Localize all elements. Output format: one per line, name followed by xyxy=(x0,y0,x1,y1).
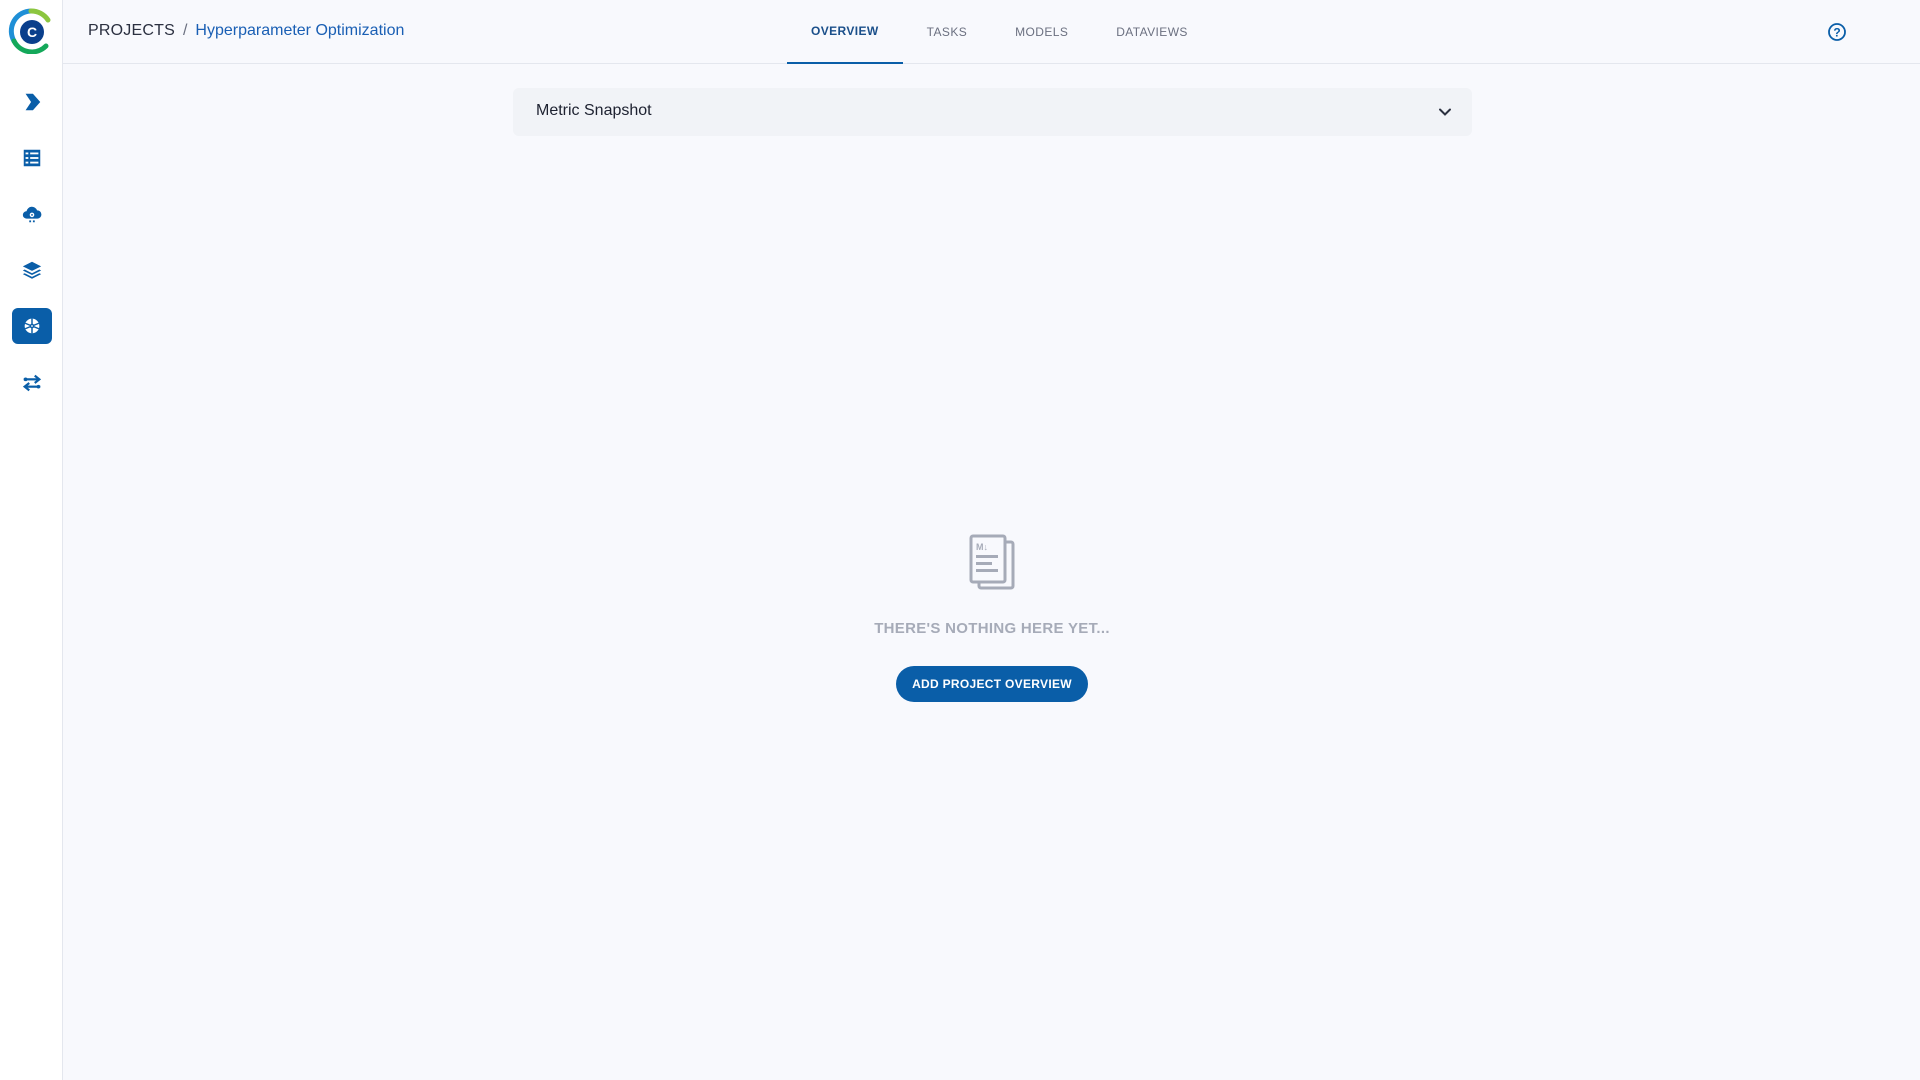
metric-snapshot-title: Metric Snapshot xyxy=(536,102,652,119)
top-header: PROJECTS / Hyperparameter Optimization O… xyxy=(63,0,1920,64)
svg-text:?: ? xyxy=(1833,26,1840,40)
chevron-down-icon[interactable] xyxy=(1436,103,1454,121)
cloud-gear-icon xyxy=(22,206,42,223)
datasets-grid-icon xyxy=(23,149,41,167)
clearml-logo-icon[interactable]: C xyxy=(8,8,54,55)
empty-state-message: THERE'S NOTHING HERE YET... xyxy=(874,620,1110,637)
markdown-document-icon: M↓ xyxy=(967,534,1017,592)
sidebar-item-datasets[interactable] xyxy=(12,140,52,176)
sidebar-item-orchestration[interactable] xyxy=(12,196,52,232)
breadcrumb-projects-link[interactable]: PROJECTS xyxy=(88,22,175,40)
sidebar-item-models[interactable] xyxy=(12,252,52,288)
add-project-overview-button[interactable]: ADD PROJECT OVERVIEW xyxy=(896,666,1088,702)
tab-overview[interactable]: OVERVIEW xyxy=(787,0,903,64)
brain-icon xyxy=(24,318,40,334)
tab-models[interactable]: MODELS xyxy=(991,0,1092,64)
tab-dataviews[interactable]: DATAVIEWS xyxy=(1092,0,1212,64)
breadcrumb-current-project[interactable]: Hyperparameter Optimization xyxy=(195,22,404,40)
sidebar-item-pipelines[interactable] xyxy=(12,84,52,120)
sidebar-item-workers[interactable] xyxy=(12,365,52,401)
breadcrumb-separator: / xyxy=(182,22,188,39)
sidebar-item-experiments[interactable] xyxy=(12,308,52,344)
app-root: C PROJECTS / Hyperparameter Optimization… xyxy=(0,0,1920,1080)
svg-text:C: C xyxy=(27,24,37,40)
tab-tasks[interactable]: TASKS xyxy=(903,0,991,64)
project-tabs: OVERVIEW TASKS MODELS DATAVIEWS xyxy=(787,0,1212,64)
metric-snapshot-panel[interactable]: Metric Snapshot xyxy=(513,88,1472,136)
layers-icon xyxy=(22,261,42,279)
pipeline-arrow-icon xyxy=(25,93,41,111)
arrows-swap-icon xyxy=(22,374,42,392)
help-circle-icon[interactable]: ? xyxy=(1827,22,1847,42)
sidebar: C xyxy=(0,0,63,1080)
svg-text:M↓: M↓ xyxy=(976,542,988,552)
breadcrumb: PROJECTS / Hyperparameter Optimization xyxy=(88,22,404,40)
